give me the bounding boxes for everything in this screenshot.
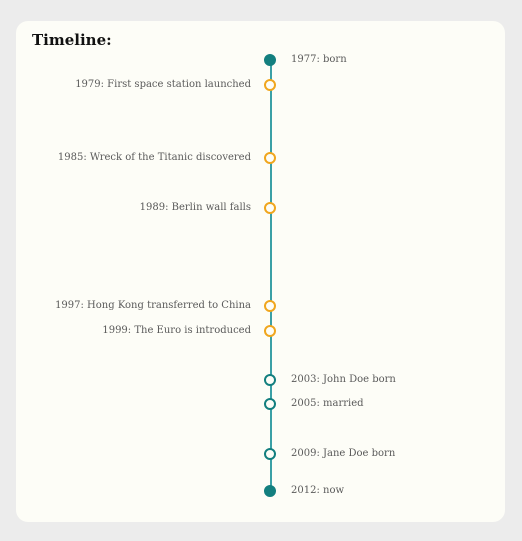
timeline-event-label: 2012: now xyxy=(291,484,345,496)
timeline-axis-line xyxy=(270,59,272,489)
timeline-event-label: 1997: Hong Kong transferred to China xyxy=(55,300,251,311)
timeline-event-label: 1977: born xyxy=(291,54,347,65)
timeline-dot-ring-icon xyxy=(264,373,276,386)
timeline-event-label: 2009: Jane Doe born xyxy=(291,447,396,459)
timeline-dot-ring-icon xyxy=(264,78,276,91)
timeline-event-label: 1999: The Euro is introduced xyxy=(102,324,251,336)
timeline-event-label: 2003: John Doe born xyxy=(291,373,396,385)
timeline-title: Timeline: xyxy=(32,31,112,49)
timeline-dot-ring-icon xyxy=(264,324,276,337)
timeline-dot-filled-icon xyxy=(264,484,276,497)
timeline-event-label: 1985: Wreck of the Titanic discovered xyxy=(57,152,251,164)
timeline-card: Timeline: 1977: born 1979: First space st… xyxy=(16,21,505,522)
timeline-dot-ring-icon xyxy=(264,201,276,214)
timeline-dot-ring-icon xyxy=(264,447,276,460)
timeline-dot-filled-icon xyxy=(264,54,276,66)
timeline-event-label: 1979: First space station launched xyxy=(75,78,251,90)
timeline-dot-ring-icon xyxy=(264,300,276,312)
timeline-event-label: 1989: Berlin wall falls xyxy=(139,201,251,213)
timeline-dot-ring-icon xyxy=(264,398,276,411)
timeline-event-label: 2005: married xyxy=(291,398,364,410)
timeline-dot-ring-icon xyxy=(264,152,276,165)
